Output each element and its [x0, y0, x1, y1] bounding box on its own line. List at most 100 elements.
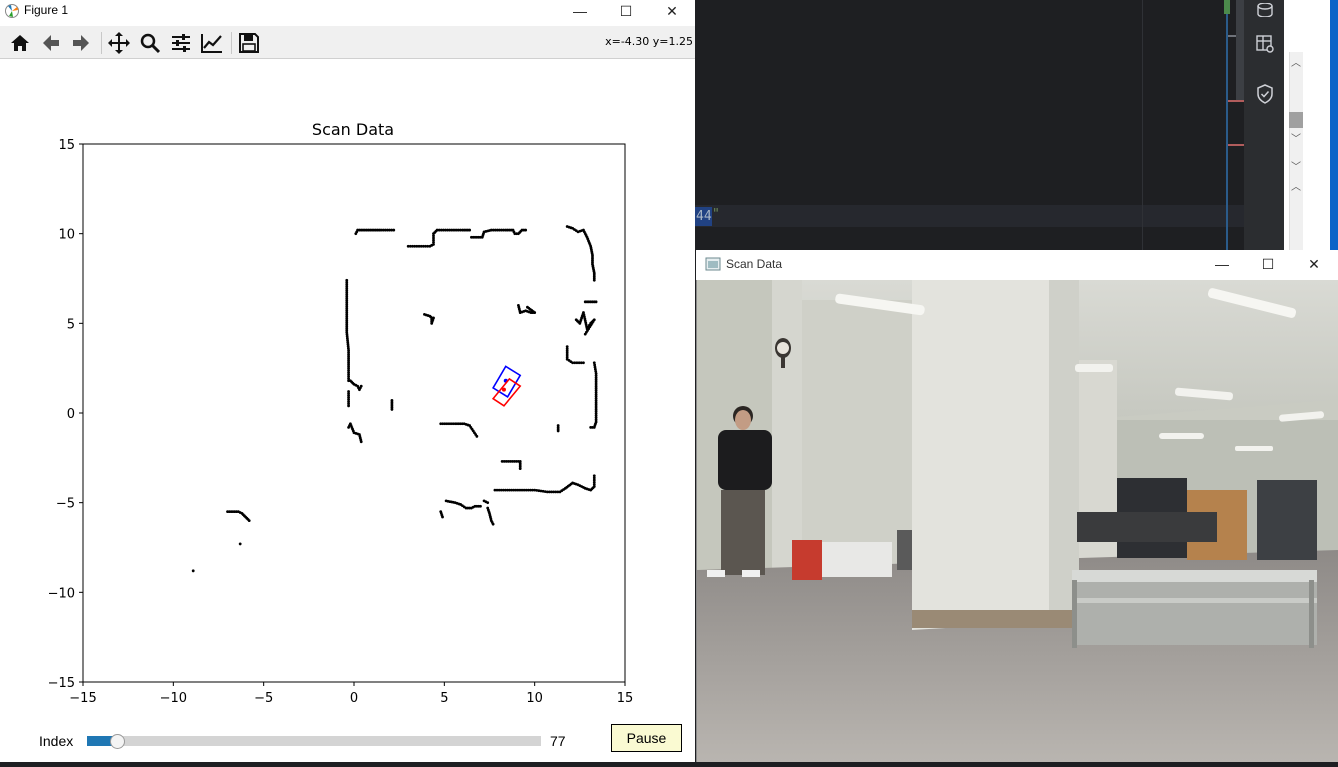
scan-point: [592, 278, 596, 282]
database-icon[interactable]: [1255, 0, 1275, 20]
slider-value: 77: [550, 733, 566, 749]
home-icon[interactable]: [6, 30, 34, 56]
scan-data-chart[interactable]: Scan Data −15 −10 −5 0 5 10 15 −15 −10 −5 0 5 10 15: [0, 60, 695, 762]
figure-window: Figure 1 — ☐ ✕ x=-4.30 y=1.25 Scan Data …: [0, 0, 695, 762]
camera-frame: [697, 280, 1338, 762]
forward-arrow-icon[interactable]: [67, 30, 95, 56]
gutter-marker: [1228, 144, 1244, 146]
gutter-added-marker: [1224, 0, 1230, 14]
pause-button[interactable]: Pause: [611, 724, 682, 752]
cursor-coordinate-readout: x=-4.30 y=1.25: [605, 35, 693, 48]
editor-change-gutter: [1226, 0, 1228, 250]
scan-point: [582, 361, 585, 365]
index-slider-handle[interactable]: [110, 734, 125, 749]
camera-window-title: Scan Data: [726, 257, 783, 271]
plot-canvas[interactable]: Scan Data −15 −10 −5 0 5 10 15 −15 −10 −5 0 5 10 15: [0, 60, 695, 762]
scan-point: [524, 228, 528, 232]
pause-button-label: Pause: [626, 730, 667, 746]
scan-point: [475, 434, 479, 438]
scan-point: [592, 474, 596, 478]
scan-point: [359, 440, 363, 444]
editor-selected-text[interactable]: 44: [695, 207, 712, 226]
editor-code-text: ": [712, 207, 720, 222]
y-tick-label: −15: [48, 676, 75, 691]
x-tick-label: 0: [350, 691, 358, 706]
scan-point: [589, 425, 593, 429]
editor-current-line: [695, 205, 1245, 227]
x-tick-label: −5: [254, 691, 273, 706]
close-button[interactable]: ✕: [649, 0, 695, 22]
shield-check-icon[interactable]: [1255, 84, 1275, 104]
browser-scrollbar[interactable]: [1289, 52, 1303, 252]
detection-center-marker: [501, 387, 506, 392]
x-tick-label: −15: [69, 691, 96, 706]
back-arrow-icon[interactable]: [37, 30, 65, 56]
slider-label: Index: [39, 733, 74, 749]
y-tick-label: 5: [67, 317, 75, 332]
maximize-button[interactable]: ☐: [603, 0, 649, 22]
camera-titlebar[interactable]: — ☐ ✕: [696, 250, 1338, 280]
index-slider-track[interactable]: [87, 736, 541, 746]
editor-scrollbar[interactable]: [1236, 0, 1244, 100]
scroll-down-icon[interactable]: ﹀: [1289, 158, 1303, 173]
y-axis-ticks: −15 −10 −5 0 5 10 15: [48, 138, 83, 691]
zoom-magnifier-icon[interactable]: [136, 30, 164, 56]
scan-point: [390, 408, 394, 411]
scan-point: [583, 332, 587, 336]
detection-boxes: [491, 365, 522, 407]
scan-point: [518, 467, 522, 470]
scan-point: [238, 542, 242, 546]
scroll-up-icon[interactable]: ︿: [1289, 54, 1303, 69]
scan-point: [432, 316, 435, 320]
scan-point: [359, 384, 363, 388]
scroll-up-icon[interactable]: ︿: [1289, 178, 1303, 193]
y-tick-label: −10: [48, 586, 75, 601]
scan-point: [347, 404, 350, 408]
camera-minimize-button[interactable]: —: [1199, 253, 1245, 275]
minimize-button[interactable]: —: [557, 0, 603, 22]
y-tick-label: 0: [67, 407, 75, 422]
scan-point: [468, 228, 472, 232]
pan-move-icon[interactable]: [105, 30, 133, 56]
scan-point: [392, 228, 396, 232]
x-tick-label: 15: [617, 691, 634, 706]
camera-close-button[interactable]: ✕: [1291, 253, 1337, 275]
camera-maximize-button[interactable]: ☐: [1245, 253, 1291, 275]
window-title: Figure 1: [24, 3, 69, 17]
browser-accent-bar: [1330, 0, 1338, 250]
hallway-camera-image: [697, 280, 1338, 762]
opencv-window-icon: [705, 257, 721, 276]
navigation-toolbar: x=-4.30 y=1.25: [0, 26, 695, 59]
scan-point: [526, 305, 529, 309]
matplotlib-app-icon: [4, 3, 20, 19]
detection-box: [491, 377, 522, 407]
gutter-marker: [1228, 100, 1244, 102]
scan-point: [441, 515, 444, 519]
x-tick-label: 5: [440, 691, 448, 706]
axes-frame: [82, 143, 626, 683]
y-tick-label: −5: [56, 497, 75, 512]
y-tick-label: 10: [58, 228, 75, 243]
table-search-icon[interactable]: [1255, 34, 1275, 54]
x-tick-label: 10: [526, 691, 543, 706]
scroll-thumb[interactable]: [1289, 112, 1303, 128]
scan-point: [479, 504, 482, 508]
scan-point: [491, 522, 495, 526]
scan-point: [556, 429, 560, 433]
y-tick-label: 15: [58, 138, 75, 153]
edit-axis-icon[interactable]: [198, 30, 226, 56]
x-tick-label: −10: [160, 691, 187, 706]
figure-titlebar[interactable]: Figure 1 — ☐ ✕: [0, 0, 695, 26]
scan-point: [191, 569, 195, 573]
save-disk-icon[interactable]: [235, 30, 263, 56]
scroll-down-icon[interactable]: ﹀: [1289, 130, 1303, 145]
scan-point: [594, 300, 598, 304]
editor-margin-guide: [1142, 0, 1143, 250]
configure-subplots-icon[interactable]: [167, 30, 195, 56]
toolbar-separator: [231, 32, 232, 54]
chart-title: Scan Data: [312, 120, 394, 139]
x-axis-ticks: −15 −10 −5 0 5 10 15: [69, 682, 633, 706]
scan-points: [191, 225, 598, 573]
scan-point: [486, 501, 490, 505]
scan-point: [247, 519, 251, 522]
